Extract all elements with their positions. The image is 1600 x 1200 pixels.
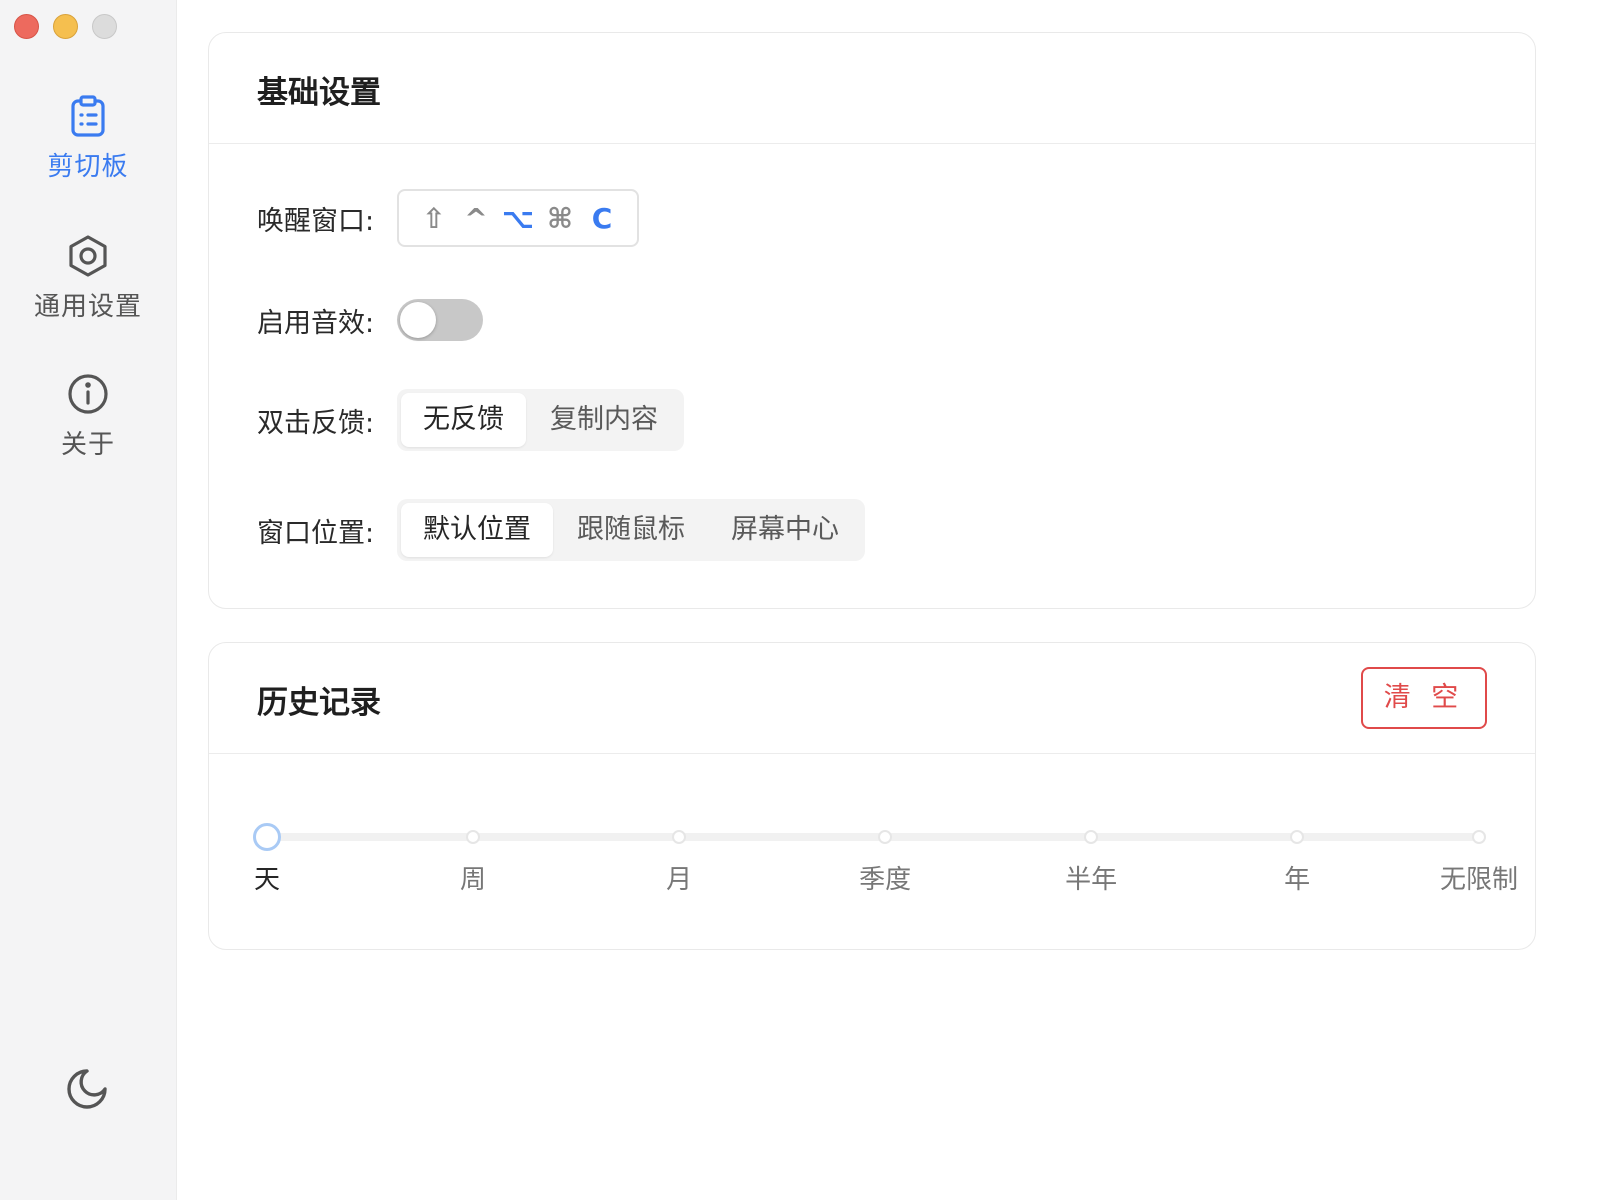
- app-window: 剪切板 通用设置 关于 基础设置 唤醒窗口: ⇧ ^ ⌥ ⌘ C 启用音效: 双…: [0, 0, 1600, 1200]
- window-controls: [14, 14, 117, 39]
- slider-mark-unlimited[interactable]: 无限制: [1440, 859, 1518, 896]
- clipboard-icon: [68, 94, 108, 138]
- sidebar-item-general-settings[interactable]: 通用设置: [0, 234, 176, 323]
- slider-stop[interactable]: [466, 830, 481, 844]
- history-header: 历史记录 清 空: [209, 643, 1535, 754]
- hexagon-settings-icon: [67, 234, 109, 278]
- wake-window-row: 唤醒窗口: ⇧ ^ ⌥ ⌘ C: [257, 189, 639, 247]
- sound-toggle[interactable]: [397, 299, 483, 341]
- segment-follow-mouse[interactable]: 跟随鼠标: [555, 503, 707, 557]
- slider-mark-day[interactable]: 天: [254, 859, 280, 896]
- sidebar-item-about[interactable]: 关于: [0, 372, 176, 461]
- window-position-label: 窗口位置:: [257, 517, 375, 549]
- slider-mark-year[interactable]: 年: [1284, 859, 1310, 896]
- clear-history-button[interactable]: 清 空: [1361, 667, 1487, 729]
- moon-icon: [64, 1069, 110, 1116]
- history-retention-slider[interactable]: 天 周 月 季度 半年 年 无限制: [253, 823, 1518, 895]
- sidebar-item-label: 通用设置: [33, 292, 142, 322]
- shift-key-icon: ⇧: [422, 201, 446, 235]
- sidebar-item-label: 剪切板: [47, 152, 129, 182]
- command-key-icon: ⌘: [547, 201, 573, 235]
- info-icon: [66, 372, 110, 416]
- sidebar-item-label: 关于: [60, 430, 115, 460]
- basic-settings-title: 基础设置: [257, 75, 381, 111]
- shortcut-recorder[interactable]: ⇧ ^ ⌥ ⌘ C: [397, 189, 639, 247]
- wake-window-label: 唤醒窗口:: [257, 205, 375, 237]
- close-window-button[interactable]: [14, 14, 39, 39]
- sound-label: 启用音效:: [257, 307, 375, 339]
- slider-stop[interactable]: [1472, 830, 1486, 844]
- slider-mark-quarter[interactable]: 季度: [859, 859, 911, 896]
- slider-stop[interactable]: [672, 830, 687, 844]
- sidebar-item-clipboard[interactable]: 剪切板: [0, 94, 176, 183]
- window-position-segmented: 默认位置 跟随鼠标 屏幕中心: [397, 499, 865, 561]
- double-click-segmented: 无反馈 复制内容: [397, 389, 684, 451]
- basic-settings-card: 基础设置 唤醒窗口: ⇧ ^ ⌥ ⌘ C 启用音效: 双击反馈: 无反馈 复制内…: [208, 32, 1536, 609]
- slider-stop[interactable]: [878, 830, 893, 844]
- slider-mark-week[interactable]: 周: [460, 859, 486, 896]
- shortcut-letter-key: C: [591, 201, 613, 235]
- slider-mark-half-year[interactable]: 半年: [1065, 859, 1117, 896]
- segment-no-feedback[interactable]: 无反馈: [401, 393, 526, 447]
- segment-screen-center[interactable]: 屏幕中心: [709, 503, 861, 557]
- option-key-icon: ⌥: [501, 201, 535, 235]
- history-card: 历史记录 清 空 天 周 月 季度 半年 年 无限制: [208, 642, 1536, 950]
- history-title: 历史记录: [257, 685, 381, 721]
- segment-default-position[interactable]: 默认位置: [401, 503, 553, 557]
- minimize-window-button[interactable]: [53, 14, 78, 39]
- basic-settings-header: 基础设置: [209, 33, 1535, 144]
- theme-toggle-button[interactable]: [64, 1066, 110, 1116]
- toggle-knob: [400, 302, 436, 338]
- segment-copy-content[interactable]: 复制内容: [528, 393, 680, 447]
- double-click-row: 双击反馈: 无反馈 复制内容: [257, 389, 684, 451]
- slider-stop[interactable]: [1290, 830, 1305, 844]
- maximize-window-button[interactable]: [92, 14, 117, 39]
- control-key-icon: ^: [464, 201, 488, 235]
- window-position-row: 窗口位置: 默认位置 跟随鼠标 屏幕中心: [257, 499, 865, 561]
- double-click-label: 双击反馈:: [257, 407, 375, 439]
- slider-handle[interactable]: [253, 823, 281, 851]
- sidebar: 剪切板 通用设置 关于: [0, 0, 177, 1200]
- sound-row: 启用音效:: [257, 299, 483, 341]
- slider-stop[interactable]: [1084, 830, 1099, 844]
- slider-mark-month[interactable]: 月: [666, 859, 692, 896]
